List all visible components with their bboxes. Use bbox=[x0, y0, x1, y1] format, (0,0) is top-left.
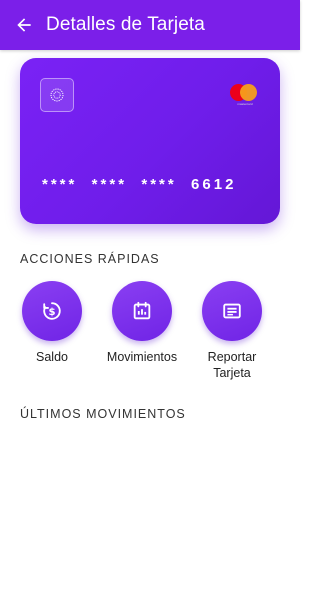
back-button[interactable] bbox=[12, 13, 36, 37]
movements-action-button[interactable]: Movimientos bbox=[97, 281, 187, 365]
app-bar: Detalles de Tarjeta bbox=[0, 0, 300, 50]
recent-movements-title: ÚLTIMOS MOVIMIENTOS bbox=[20, 407, 186, 421]
chip-icon bbox=[40, 78, 74, 112]
arrow-left-icon bbox=[17, 18, 31, 32]
dollar-refresh-icon: $ bbox=[43, 302, 61, 320]
calendar-chart-icon bbox=[133, 301, 151, 320]
quick-actions-title: ACCIONES RÁPIDAS bbox=[20, 252, 160, 266]
page-title: Detalles de Tarjeta bbox=[46, 14, 205, 35]
report-card-icon bbox=[223, 303, 241, 319]
masked-card-number: **** **** **** 6612 bbox=[42, 176, 237, 193]
quick-actions: $ Saldo Movimientos Reportar Tarjeta bbox=[0, 281, 300, 381]
balance-action-label: Saldo bbox=[36, 350, 68, 364]
brand-logo-text: mastercard bbox=[237, 102, 253, 106]
report-card-action-button[interactable]: Reportar Tarjeta bbox=[187, 281, 277, 381]
report-card-action-label: Reportar Tarjeta bbox=[207, 350, 257, 380]
mastercard-logo: mastercard bbox=[230, 84, 260, 108]
movements-action-label: Movimientos bbox=[106, 350, 178, 364]
balance-action-button[interactable]: $ Saldo bbox=[7, 281, 97, 365]
credit-card: mastercard **** **** **** 6612 bbox=[20, 58, 280, 224]
svg-text:$: $ bbox=[48, 307, 55, 318]
